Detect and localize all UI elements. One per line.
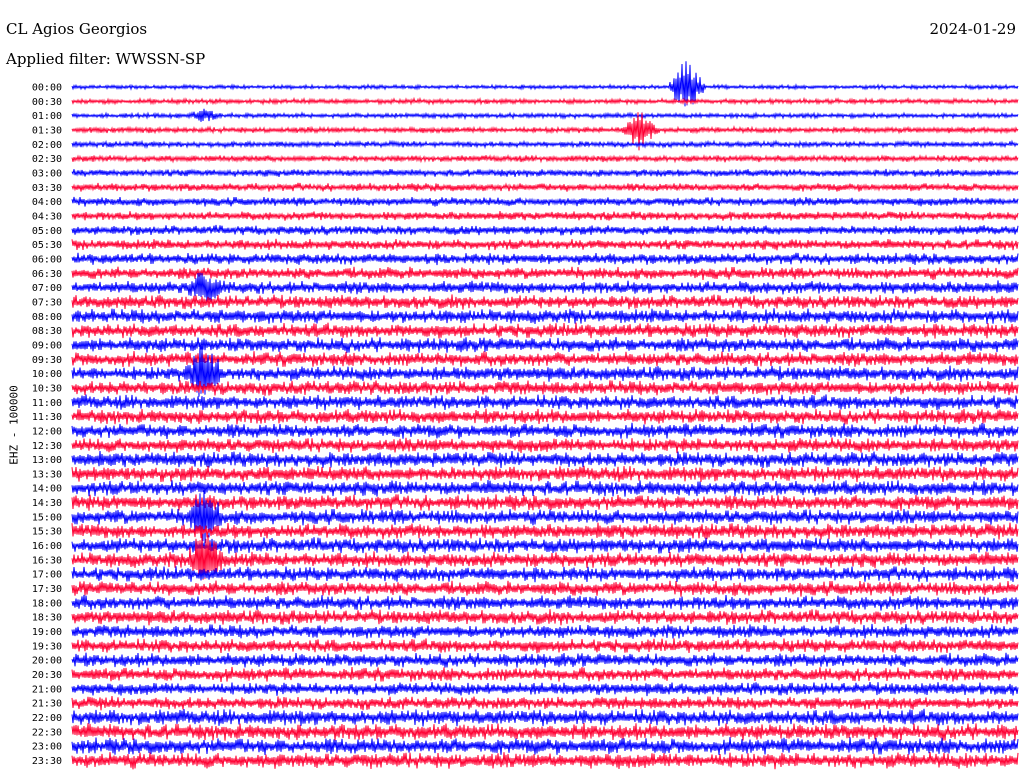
row-time-label: 04:00 (32, 197, 62, 208)
row-time-label: 09:30 (32, 355, 62, 366)
row-time-label: 17:30 (32, 584, 62, 595)
row-time-label: 23:00 (32, 742, 62, 753)
row-time-label: 01:30 (32, 125, 62, 136)
row-time-label: 01:00 (32, 111, 62, 122)
seismic-trace-row (71, 182, 1019, 192)
row-time-label: 04:30 (32, 211, 62, 222)
row-time-label: 06:30 (32, 269, 62, 280)
seismic-trace-row (71, 580, 1019, 597)
seismic-trace-row (71, 210, 1019, 221)
helicorder-plot: 00:00 00:30 01:00 01:30 02:00 02:30 03:00 03:30… (32, 61, 1019, 770)
row-time-label: 09:00 (32, 340, 62, 351)
seismic-trace-row (71, 638, 1019, 654)
row-time-label: 07:00 (32, 283, 62, 294)
row-time-label: 12:30 (32, 441, 62, 452)
row-time-label: 20:00 (32, 656, 62, 667)
seismic-trace-row (71, 695, 1019, 711)
row-time-label: 23:30 (32, 756, 62, 767)
seismic-trace-row (71, 351, 1019, 368)
seismic-trace-row (71, 465, 1019, 483)
seismic-trace-row (71, 266, 1019, 281)
row-time-label: 13:30 (32, 469, 62, 480)
seismic-trace-row (71, 336, 1019, 353)
row-time-label: 08:30 (32, 326, 62, 337)
seismic-trace-row (71, 108, 1019, 122)
seismic-trace-row (71, 522, 1019, 540)
seismic-trace-row (71, 224, 1019, 236)
seismic-trace-row (71, 594, 1019, 611)
row-time-label: 18:00 (32, 598, 62, 609)
row-time-label: 21:30 (32, 699, 62, 710)
seismic-trace-row (71, 394, 1019, 411)
seismic-trace-row (71, 322, 1019, 339)
seismic-trace-row (71, 652, 1019, 668)
row-time-label: 07:30 (32, 297, 62, 308)
row-time-label: 13:00 (32, 455, 62, 466)
row-time-label: 08:00 (32, 312, 62, 323)
row-time-label: 19:00 (32, 627, 62, 638)
seismic-trace-row (71, 681, 1019, 697)
row-time-label: 20:30 (32, 670, 62, 681)
seismic-trace-row (71, 408, 1019, 425)
row-time-label: 17:00 (32, 570, 62, 581)
seismic-trace-row (71, 494, 1019, 512)
seismic-trace-row (71, 479, 1019, 497)
seismic-trace-row (71, 139, 1019, 150)
row-time-label: 16:30 (32, 555, 62, 566)
row-time-label: 14:30 (32, 498, 62, 509)
row-time-label: 05:00 (32, 226, 62, 237)
row-time-label: 05:30 (32, 240, 62, 251)
row-time-label: 15:00 (32, 512, 62, 523)
row-time-label: 02:00 (32, 140, 62, 151)
helicorder-page: CL Agios Georgios Applied filter: WWSSN-… (0, 0, 1024, 780)
seismic-trace-row (71, 168, 1019, 178)
seismic-trace-row (71, 437, 1019, 454)
seismic-trace-row (71, 380, 1019, 396)
seismic-trace-row (71, 751, 1019, 770)
row-time-label: 03:00 (32, 168, 62, 179)
seismic-trace-row (71, 196, 1019, 207)
row-time-label: 00:30 (32, 97, 62, 108)
row-time-label: 15:30 (32, 527, 62, 538)
row-time-label: 14:00 (32, 484, 62, 495)
row-time-label: 11:30 (32, 412, 62, 423)
row-time-label: 22:30 (32, 727, 62, 738)
seismic-trace-row (71, 609, 1019, 626)
row-time-label: 19:30 (32, 641, 62, 652)
seismic-trace-row (71, 450, 1019, 469)
seismic-trace-row (71, 238, 1019, 251)
row-time-label: 03:30 (32, 183, 62, 194)
seismic-trace-row (71, 308, 1019, 324)
seismic-trace-row (71, 623, 1019, 639)
row-time-label: 16:00 (32, 541, 62, 552)
row-time-label: 21:00 (32, 684, 62, 695)
seismic-trace-row (71, 422, 1019, 439)
row-time-label: 00:00 (32, 83, 62, 94)
seismic-trace-row (71, 566, 1019, 583)
seismic-trace-row (71, 61, 1019, 107)
row-time-label: 11:00 (32, 398, 62, 409)
row-time-label: 10:30 (32, 383, 62, 394)
row-time-label: 12:00 (32, 426, 62, 437)
row-time-label: 18:30 (32, 613, 62, 624)
row-label-group: 00:00 00:30 01:00 01:30 02:00 02:30 03:00 03:30… (32, 83, 62, 768)
row-time-label: 10:00 (32, 369, 62, 380)
seismic-trace-row (71, 153, 1019, 164)
seismic-trace-row (71, 294, 1019, 310)
row-time-label: 06:00 (32, 254, 62, 265)
seismic-trace-row (71, 737, 1019, 756)
trace-group (71, 61, 1019, 770)
row-time-label: 02:30 (32, 154, 62, 165)
seismic-trace-row (71, 252, 1019, 266)
seismic-trace-row (71, 666, 1019, 682)
seismic-trace-row (71, 708, 1019, 727)
row-time-label: 22:00 (32, 713, 62, 724)
seismic-trace-row (71, 96, 1019, 106)
